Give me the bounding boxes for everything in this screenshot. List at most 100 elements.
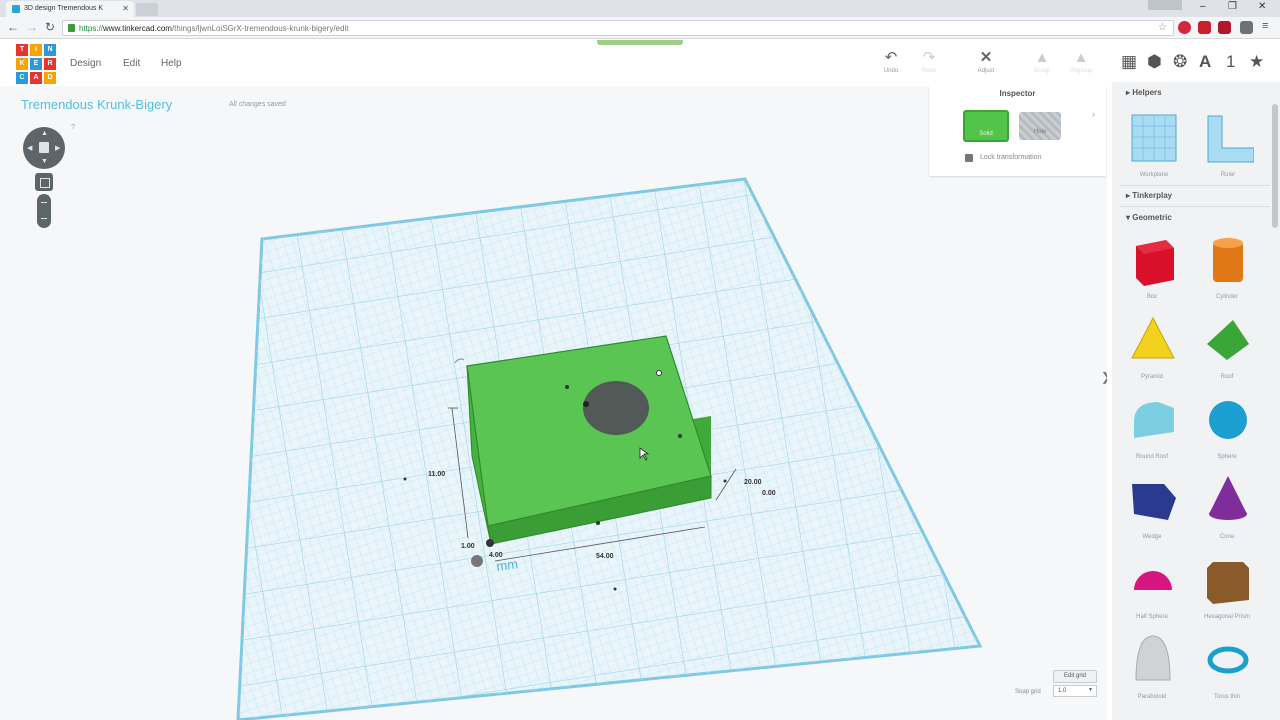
group-icon: ▲	[1034, 49, 1050, 66]
shape-tile-roof[interactable]: Roof	[1197, 312, 1257, 384]
shape-tile-hexagonal-prism[interactable]: Hexagonal Prism	[1197, 552, 1257, 624]
height-dimension[interactable]: 11.00	[428, 471, 445, 478]
address-toolbar: ← → ↻ https://www.tinkercad.com/things/l…	[0, 17, 1280, 39]
minimize-icon[interactable]: –	[1200, 1, 1206, 12]
logo-letter: A	[30, 72, 42, 84]
padlock-icon[interactable]	[965, 154, 973, 162]
redo-label: Redo	[921, 68, 937, 74]
url-field[interactable]: https://www.tinkercad.com/things/ljwnLoi…	[62, 20, 1174, 36]
undo-button[interactable]: ↶ Undo	[871, 50, 911, 75]
forward-arrow-icon[interactable]: →	[26, 20, 38, 34]
group-button[interactable]: ▲ Group	[1022, 49, 1062, 75]
extension-pocket-icon[interactable]	[1218, 21, 1231, 34]
chrome-menu-icon[interactable]: ≡	[1262, 20, 1268, 32]
redo-button[interactable]: ↷ Redo	[909, 49, 949, 75]
shape-tile-round-roof[interactable]: Round Roof	[1122, 392, 1182, 464]
extension-gear-icon[interactable]	[1240, 21, 1253, 34]
wedge-icon	[1132, 484, 1176, 520]
edit-grid-button[interactable]: Edit grid	[1053, 670, 1097, 683]
back-arrow-icon[interactable]: ←	[7, 20, 19, 34]
hole-button[interactable]: Hole	[1019, 112, 1061, 140]
adjust-button[interactable]: ✕ Adjust	[966, 49, 1006, 75]
ungroup-button[interactable]: ▲ Ungroup	[1061, 50, 1101, 75]
window-close-icon[interactable]: ✕	[1258, 1, 1266, 12]
reload-icon[interactable]: ↻	[45, 20, 55, 34]
tab-close-icon[interactable]: ✕	[122, 4, 129, 13]
ungroup-label: Ungroup	[1069, 68, 1093, 74]
box-view-icon[interactable]: ⬢	[1147, 52, 1162, 72]
chevron-down-icon: ▼	[1088, 687, 1093, 693]
depth-dimension[interactable]: 20.00	[744, 479, 762, 486]
workspace[interactable]: Tremendous Krunk-Bigery All changes save…	[0, 86, 1107, 720]
section-geometric[interactable]: ▾ Geometric	[1126, 213, 1172, 222]
inspector-panel: Inspector › Solid Hole Lock transformati…	[929, 86, 1106, 176]
hole-cylinder[interactable]	[583, 381, 649, 435]
helper-workplane[interactable]: Workplane	[1124, 110, 1184, 182]
hexagonal-prism-icon	[1207, 562, 1249, 604]
half-sphere-icon	[1134, 571, 1172, 590]
move-handle[interactable]	[471, 555, 483, 567]
wireframe-icon[interactable]: ❂	[1173, 52, 1187, 72]
edge-handle[interactable]	[565, 385, 569, 389]
profile-badge[interactable]	[1148, 0, 1182, 10]
sphere-icon	[1209, 401, 1247, 439]
menu-edit[interactable]: Edit	[123, 58, 140, 69]
shape-label: Hexagonal Prism	[1204, 614, 1250, 620]
tinkercad-logo[interactable]: TIN KER CAD	[16, 44, 56, 84]
scene-canvas[interactable]: 11.00 20.00 0.00 54.00 4.00 1.00 mm	[0, 86, 1107, 720]
corner-handle[interactable]	[486, 539, 494, 547]
redo-icon: ↷	[922, 49, 936, 66]
sidebar-collapse-icon[interactable]: ❯	[1101, 370, 1107, 384]
shape-tile-wedge[interactable]: Wedge	[1122, 472, 1182, 544]
lock-icon	[68, 24, 75, 32]
shape-tile-torus-thin[interactable]: Torus thin	[1197, 632, 1257, 704]
offset-y-dimension[interactable]: 1.00	[461, 543, 475, 550]
adjust-icon: ✕	[979, 49, 993, 66]
new-tab-button[interactable]	[136, 3, 158, 16]
lock-transformation-label[interactable]: Lock transformation	[980, 154, 1041, 161]
shape-label: Half Sphere	[1136, 614, 1168, 620]
shape-tile-half-sphere[interactable]: Half Sphere	[1122, 552, 1182, 624]
extension-adblock-icon[interactable]	[1178, 21, 1191, 34]
browser-tab[interactable]: 3D design Tremendous K ✕	[6, 1, 134, 17]
shape-tile-box[interactable]: Box	[1122, 232, 1182, 304]
sidebar-scrollbar[interactable]	[1272, 104, 1278, 228]
cylinder-icon	[1213, 238, 1243, 282]
shape-tile-paraboloid[interactable]: Paraboloid	[1122, 632, 1182, 704]
helper-ruler[interactable]: Ruler	[1198, 110, 1258, 182]
workplane-icon[interactable]: ▦	[1121, 52, 1137, 72]
shape-tile-sphere[interactable]: Sphere	[1197, 392, 1257, 464]
edge-handle[interactable]	[678, 434, 682, 438]
width-dimension[interactable]: 54.00	[596, 553, 614, 560]
elevation-dimension[interactable]: 0.00	[762, 490, 776, 497]
menu-help[interactable]: Help	[161, 58, 182, 69]
logo-letter: E	[30, 58, 42, 70]
maximize-icon[interactable]: ❐	[1228, 1, 1237, 12]
section-helpers[interactable]: ▸ Helpers	[1126, 88, 1162, 97]
number-icon[interactable]: 1	[1226, 52, 1235, 72]
section-tinkerplay[interactable]: ▸ Tinkerplay	[1126, 191, 1172, 200]
chevron-right-icon[interactable]: ›	[1092, 109, 1095, 119]
cone-icon	[1209, 476, 1247, 520]
shape-tile-pyramid[interactable]: Pyramid	[1122, 312, 1182, 384]
shape-tile-cone[interactable]: Cone	[1197, 472, 1257, 544]
solid-color-button[interactable]: Solid	[963, 110, 1009, 142]
edge-handle[interactable]	[596, 521, 600, 525]
snap-grid-select[interactable]: 1.0 ▼	[1053, 685, 1097, 697]
rotate-handle[interactable]	[583, 401, 589, 407]
logo-letter: D	[44, 72, 56, 84]
shape-tile-cylinder[interactable]: Cylinder	[1197, 232, 1257, 304]
text-icon[interactable]: A	[1199, 52, 1211, 72]
paraboloid-icon	[1135, 635, 1171, 681]
star-icon[interactable]: ★	[1249, 52, 1264, 72]
extension-red-icon[interactable]	[1198, 21, 1211, 34]
corner-handle[interactable]	[656, 370, 662, 376]
bookmark-star-icon[interactable]: ☆	[1158, 22, 1167, 33]
shapes-sidebar: ▸ Helpers Workplane Ruler ▸ Tinkerplay ▾…	[1112, 82, 1280, 720]
shape-label: Pyramid	[1140, 374, 1163, 380]
url-host: www.tinkercad.com	[103, 24, 172, 33]
torus-thin-icon	[1207, 646, 1249, 674]
tab-title: 3D design Tremendous K	[24, 5, 103, 12]
menu-design[interactable]: Design	[70, 58, 101, 69]
helper-label: Ruler	[1220, 172, 1236, 178]
